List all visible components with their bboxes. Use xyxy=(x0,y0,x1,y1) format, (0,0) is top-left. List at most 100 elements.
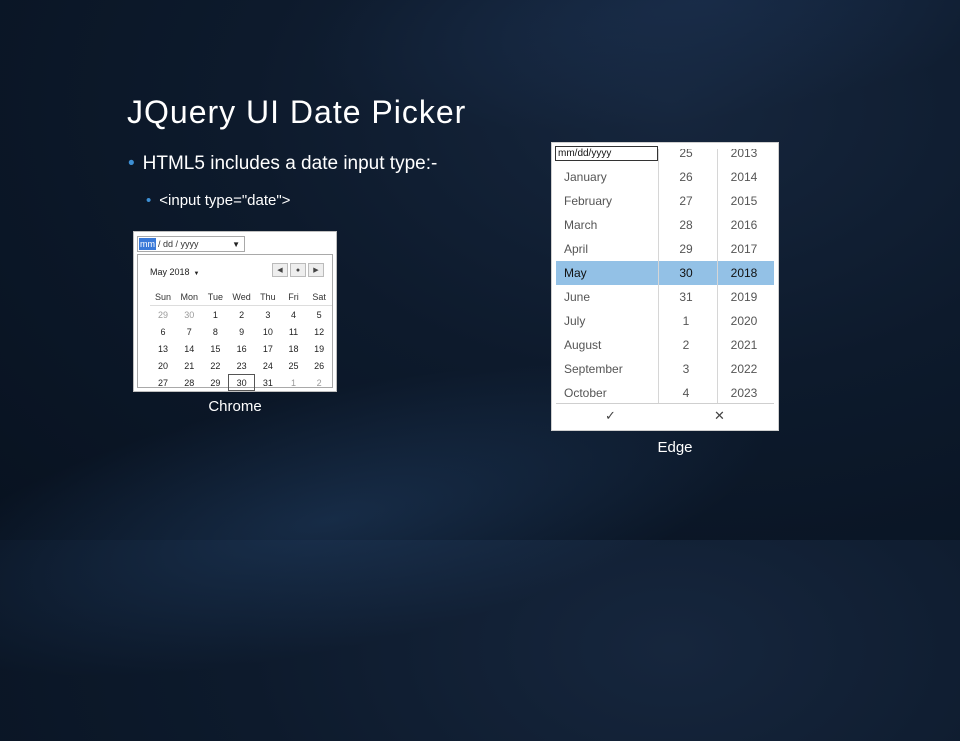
today-button[interactable]: ● xyxy=(290,263,306,277)
calendar-day-cell[interactable]: 9 xyxy=(228,323,254,340)
date-input-rest[interactable]: / dd / yyyy xyxy=(158,239,199,249)
calendar-day-cell[interactable]: 19 xyxy=(306,340,332,357)
calendar-day-cell[interactable]: 28 xyxy=(176,374,202,391)
calendar-day-cell[interactable]: 18 xyxy=(281,340,306,357)
day-cell[interactable]: 27 xyxy=(666,194,706,208)
cancel-close-icon[interactable]: ✕ xyxy=(665,404,774,428)
calendar-day-cell[interactable]: 2 xyxy=(228,306,254,324)
calendar-day-cell[interactable]: 29 xyxy=(150,306,176,324)
year-cell[interactable]: 2020 xyxy=(724,314,764,328)
calendar-week-row: 29 30 1 2 3 4 5 xyxy=(150,306,332,324)
day-cell[interactable]: 3 xyxy=(666,362,706,376)
edge-scroll-columns[interactable]: December252013January262014February27201… xyxy=(556,149,774,403)
year-cell[interactable]: 2014 xyxy=(724,170,764,184)
prev-month-button[interactable]: ◀ xyxy=(272,263,288,277)
date-row[interactable]: March 28 2016 xyxy=(556,213,774,237)
calendar-day-cell[interactable]: 23 xyxy=(228,357,254,374)
calendar-day-cell[interactable]: 1 xyxy=(281,374,306,391)
month-cell[interactable]: October xyxy=(564,386,607,400)
month-cell[interactable]: March xyxy=(564,218,597,232)
calendar-day-cell[interactable]: 25 xyxy=(281,357,306,374)
calendar-day-cell[interactable]: 21 xyxy=(176,357,202,374)
chrome-date-input[interactable]: mm / dd / yyyy ▼ xyxy=(137,236,245,252)
calendar-week-row: 6 7 8 9 10 11 12 xyxy=(150,323,332,340)
calendar-day-cell[interactable]: 10 xyxy=(255,323,281,340)
edge-date-input[interactable]: mm/dd/yyyy xyxy=(555,146,658,161)
day-cell[interactable]: 4 xyxy=(666,386,706,400)
month-cell[interactable]: February xyxy=(564,194,612,208)
day-cell[interactable]: 29 xyxy=(666,242,706,256)
day-cell[interactable]: 28 xyxy=(666,218,706,232)
month-cell[interactable]: May xyxy=(564,266,587,280)
date-row[interactable]: February 27 2015 xyxy=(556,189,774,213)
date-row[interactable]: January 26 2014 xyxy=(556,165,774,189)
chrome-caption: Chrome xyxy=(208,398,262,415)
date-row[interactable]: September 3 2022 xyxy=(556,357,774,381)
year-cell[interactable]: 2017 xyxy=(724,242,764,256)
next-month-button[interactable]: ▶ xyxy=(308,263,324,277)
year-cell[interactable]: 2016 xyxy=(724,218,764,232)
calendar-day-cell[interactable]: 6 xyxy=(150,323,176,340)
year-cell[interactable]: 2019 xyxy=(724,290,764,304)
calendar-day-cell[interactable]: 2 xyxy=(306,374,332,391)
day-cell[interactable]: 2 xyxy=(666,338,706,352)
date-input-month-segment[interactable]: mm xyxy=(139,238,156,250)
day-cell[interactable]: 30 xyxy=(666,266,706,280)
date-row[interactable]: April 29 2017 xyxy=(556,237,774,261)
year-cell[interactable]: 2013 xyxy=(724,149,764,160)
day-cell[interactable]: 25 xyxy=(666,149,706,160)
calendar-day-cell[interactable]: 3 xyxy=(255,306,281,324)
month-cell[interactable]: January xyxy=(564,170,607,184)
year-cell[interactable]: 2015 xyxy=(724,194,764,208)
calendar-day-cell[interactable]: 5 xyxy=(306,306,332,324)
calendar-day-cell[interactable]: 30 xyxy=(228,374,255,391)
calendar-day-cell[interactable]: 13 xyxy=(150,340,176,357)
bullet-text: <input type="date"> xyxy=(159,192,291,209)
month-cell[interactable]: June xyxy=(564,290,590,304)
edge-picker-footer: ✓ ✕ xyxy=(556,403,774,428)
month-cell[interactable]: September xyxy=(564,362,623,376)
calendar-day-cell[interactable]: 16 xyxy=(228,340,254,357)
month-cell[interactable]: July xyxy=(564,314,585,328)
calendar-day-cell[interactable]: 4 xyxy=(281,306,306,324)
year-cell[interactable]: 2022 xyxy=(724,362,764,376)
month-cell[interactable]: April xyxy=(564,242,588,256)
date-row[interactable]: June 31 2019 xyxy=(556,285,774,309)
dropdown-arrow-icon[interactable]: ▼ xyxy=(232,240,240,249)
month-cell[interactable]: August xyxy=(564,338,601,352)
calendar-day-cell[interactable]: 24 xyxy=(255,357,281,374)
calendar-day-cell[interactable]: 30 xyxy=(176,306,202,324)
calendar-day-cell[interactable]: 15 xyxy=(202,340,228,357)
calendar-day-cell[interactable]: 20 xyxy=(150,357,176,374)
day-cell[interactable]: 31 xyxy=(666,290,706,304)
calendar-grid: Sun Mon Tue Wed Thu Fri Sat 29 30 1 2 3 4 5 6 7 8 9 10 11 1… xyxy=(150,289,332,391)
date-row[interactable]: July 1 2020 xyxy=(556,309,774,333)
day-cell[interactable]: 1 xyxy=(666,314,706,328)
chevron-down-icon: ▼ xyxy=(193,271,200,277)
calendar-day-cell[interactable]: 14 xyxy=(176,340,202,357)
calendar-day-cell[interactable]: 1 xyxy=(202,306,228,324)
calendar-day-cell[interactable]: 17 xyxy=(255,340,281,357)
calendar-day-cell[interactable]: 8 xyxy=(202,323,228,340)
calendar-week-row: 20 21 22 23 24 25 26 xyxy=(150,357,332,374)
year-cell[interactable]: 2021 xyxy=(724,338,764,352)
year-cell[interactable]: 2018 xyxy=(724,266,764,280)
weekday-header: Tue xyxy=(202,289,229,306)
bullet-html5-date: • HTML5 includes a date input type:- xyxy=(128,153,437,175)
calendar-day-cell[interactable]: 27 xyxy=(150,374,176,391)
calendar-day-cell[interactable]: 7 xyxy=(176,323,202,340)
calendar-day-cell[interactable]: 29 xyxy=(202,374,228,391)
day-cell[interactable]: 26 xyxy=(666,170,706,184)
date-row[interactable]: August 2 2021 xyxy=(556,333,774,357)
selected-date-row[interactable]: May 30 2018 xyxy=(556,261,774,285)
calendar-day-cell[interactable]: 31 xyxy=(255,374,281,391)
calendar-day-cell[interactable]: 11 xyxy=(281,323,306,340)
calendar-day-cell[interactable]: 22 xyxy=(202,357,228,374)
calendar-day-cell[interactable]: 26 xyxy=(306,357,332,374)
confirm-check-icon[interactable]: ✓ xyxy=(556,404,665,428)
calendar-day-cell[interactable]: 12 xyxy=(306,323,332,340)
year-cell[interactable]: 2023 xyxy=(724,386,764,400)
month-selector[interactable]: May 2018 ▼ xyxy=(150,267,199,277)
month-label: May 2018 xyxy=(150,267,190,277)
date-row[interactable]: October 4 2023 xyxy=(556,381,774,403)
